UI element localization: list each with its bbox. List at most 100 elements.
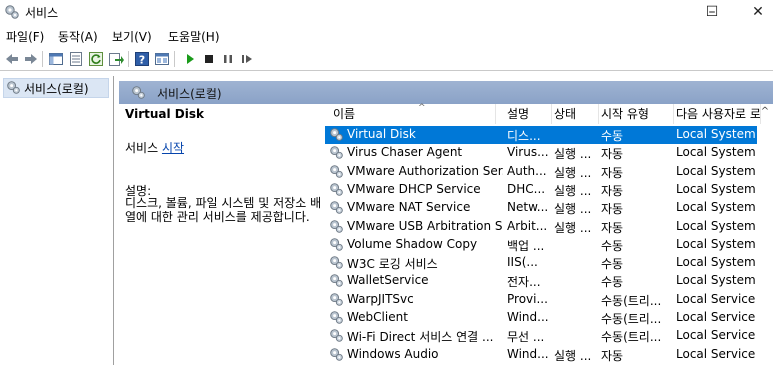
start-service-link[interactable]: 시작 (162, 141, 184, 155)
svg-text:?: ? (139, 54, 145, 67)
export-list-icon[interactable] (108, 51, 124, 67)
gear-icon (7, 81, 20, 94)
cell-desc: 전자... (507, 275, 541, 290)
cell-desc: Provi... (507, 291, 548, 306)
table-row[interactable]: WebClient Wind... 수동(트리... Local Service (325, 309, 757, 327)
cell-logon: Local Service (676, 328, 756, 343)
cell-status: 실행 ... (554, 147, 592, 162)
cell-desc: DHC... (507, 181, 546, 196)
toolbar-separator (42, 51, 43, 67)
cell-startup: 자동 (601, 183, 624, 198)
cell-logon: Local System (676, 200, 756, 215)
gear-icon (330, 311, 343, 324)
table-row[interactable]: WarpJITSvc Provi... 수동(트리... Local Service (325, 291, 757, 309)
gear-icon (330, 329, 343, 343)
cell-startup: 수동 (601, 129, 624, 143)
cell-logon: Local System (676, 127, 756, 141)
table-row[interactable]: Virus Chaser Agent Virus... 실행 ... 자동 Local … (325, 144, 757, 162)
cell-startup: 수동 (601, 238, 624, 253)
cell-startup: 수동 (601, 275, 624, 290)
show-hide-tree-icon[interactable] (48, 51, 64, 67)
restart-service-icon[interactable] (239, 51, 255, 67)
back-arrow-icon[interactable] (4, 51, 20, 67)
cell-name: VMware Authorization Ser... (347, 163, 503, 178)
cell-name: Windows Audio (347, 346, 439, 361)
cell-name: WarpJITSvc (347, 291, 414, 306)
selected-service-name: Virtual Disk (125, 107, 204, 121)
pane-header: 서비스(로컬) (119, 81, 773, 104)
table-row[interactable]: Windows Audio Wind... 실행 ... 자동 Local Servic… (325, 346, 757, 364)
tree-node-label: 서비스(로컬) (24, 82, 89, 96)
cell-status: 실행 ... (554, 183, 592, 198)
gear-icon (330, 347, 343, 361)
pause-service-icon[interactable] (220, 51, 236, 67)
cell-startup: 자동 (601, 220, 624, 235)
cell-status: 실행 ... (554, 202, 592, 217)
tree-node-services-local[interactable]: 서비스(로컬) (3, 78, 109, 98)
start-service-icon[interactable] (182, 51, 198, 67)
gear-icon (330, 128, 343, 141)
cell-startup: 자동 (601, 348, 624, 363)
gear-icon (330, 274, 343, 288)
column-header-startup[interactable]: 시작 유형 (601, 104, 674, 124)
cell-desc: Auth... (507, 163, 547, 178)
menu-action[interactable]: 동작(A) (58, 28, 98, 45)
toolbar-separator (128, 51, 129, 67)
help-icon[interactable]: ? (134, 51, 150, 67)
gear-icon (330, 219, 343, 233)
cell-logon: Local System (676, 145, 756, 160)
menu-help[interactable]: 도움말(H) (168, 28, 220, 45)
gear-icon (330, 201, 343, 214)
table-row[interactable]: Volume Shadow Copy 백업 ... 수동 Local System (325, 236, 757, 254)
toolbar: ? (0, 48, 773, 71)
column-header-logon[interactable]: 다음 사용자로 로 (676, 104, 761, 124)
menu-file[interactable]: 파일(F) (6, 28, 44, 45)
close-button[interactable]: ✕ (740, 0, 773, 24)
table-row[interactable]: Wi-Fi Direct 서비스 연결 ... 무선 ... 수동(트리... Loc… (325, 327, 757, 345)
table-row[interactable]: VMware USB Arbitration S... Arbit... 실행 ..… (325, 218, 757, 236)
gear-icon (330, 292, 343, 306)
scroll-up-icon[interactable]: ^ (759, 106, 771, 120)
cell-logon: Local System (676, 273, 756, 288)
column-header-name[interactable]: 이름 ^ (333, 103, 496, 124)
maximize-button[interactable]: ☐ (694, 0, 730, 24)
menu-view[interactable]: 보기(V) (112, 28, 152, 45)
console-view-icon[interactable] (154, 51, 170, 67)
table-row[interactable]: Virtual Disk 디스... 수동 Local System (325, 126, 757, 144)
column-header-desc[interactable]: 설명 (507, 104, 552, 124)
cell-startup: 수동(트리... (601, 330, 662, 345)
cell-name: VMware NAT Service (347, 200, 471, 215)
tree-pane: 서비스(로컬) (0, 76, 114, 365)
gear-icon (330, 146, 343, 160)
forward-arrow-icon[interactable] (23, 51, 39, 67)
refresh-icon[interactable] (88, 51, 104, 67)
cell-logon: Local Service (676, 310, 756, 324)
cell-name: VMware DHCP Service (347, 181, 481, 196)
pane-header-title: 서비스(로컬) (157, 87, 222, 101)
cell-name: Wi-Fi Direct 서비스 연결 ... (347, 330, 494, 345)
cell-name: WebClient (347, 310, 408, 324)
table-row[interactable]: VMware Authorization Ser... Auth... 실행 ...… (325, 163, 757, 181)
window-title: 서비스 (25, 6, 59, 20)
table-row[interactable]: W3C 로깅 서비스 IIS(... 수동 Local System (325, 254, 757, 272)
cell-status: 실행 ... (554, 348, 592, 363)
detail-pane: Virtual Disk 서비스 시작 설명: 디스크, 볼륨, 파일 시스템 … (119, 104, 322, 365)
cell-logon: Local Service (676, 291, 756, 306)
cell-logon: Local Service (676, 346, 756, 361)
cell-desc: Arbit... (507, 218, 548, 233)
table-row[interactable]: WalletService 전자... 수동 Local System (325, 272, 757, 290)
column-header-status[interactable]: 상태 (554, 104, 599, 124)
cell-logon: Local System (676, 236, 756, 251)
gear-icon (330, 256, 343, 269)
title-bar: 서비스 – ☐ ✕ (0, 0, 773, 24)
stop-service-icon[interactable] (201, 51, 217, 67)
cell-desc: Wind... (507, 310, 549, 324)
table-row[interactable]: VMware NAT Service Netw... 실행 ... 자동 Local S… (325, 199, 757, 217)
properties-icon[interactable] (68, 51, 84, 67)
start-prefix: 서비스 (125, 141, 162, 155)
gear-icon (330, 238, 343, 251)
cell-name: Volume Shadow Copy (347, 236, 478, 251)
services-app-icon (5, 5, 19, 19)
table-row[interactable]: VMware DHCP Service DHC... 실행 ... 자동 Local S… (325, 181, 757, 199)
cell-startup: 수동(트리... (601, 293, 662, 308)
